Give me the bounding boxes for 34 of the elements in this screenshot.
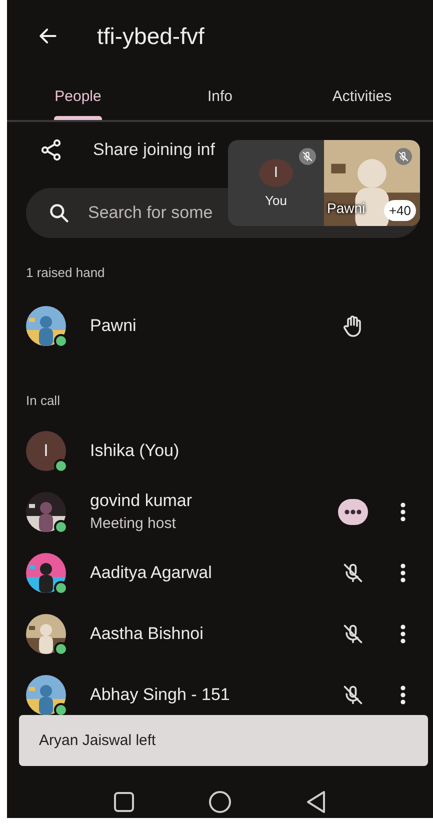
participant-name: Ishika (You) xyxy=(90,440,180,460)
section-heading: 1 raised hand xyxy=(25,265,106,281)
muted-mic-icon xyxy=(302,151,313,162)
kebab-menu-icon[interactable] xyxy=(400,684,406,704)
back-nav-icon[interactable] xyxy=(304,790,327,814)
recents-nav-icon[interactable] xyxy=(113,790,136,812)
muted-mic-icon xyxy=(398,151,409,162)
participant-name: Aaditya Agarwal xyxy=(90,562,213,582)
home-nav-icon[interactable] xyxy=(208,790,232,814)
tab[interactable]: Info xyxy=(149,72,291,120)
letter-avatar: I xyxy=(26,430,66,470)
kebab-menu-icon[interactable] xyxy=(400,562,406,582)
participant-name: Abhay Singh - 151 xyxy=(90,684,231,704)
kebab-menu-icon[interactable] xyxy=(400,624,406,644)
tab[interactable]: Activities xyxy=(291,72,433,120)
more-button[interactable] xyxy=(338,498,368,524)
ellipsis-icon xyxy=(344,508,362,514)
share-icon[interactable] xyxy=(39,138,63,162)
muted-mic-icon xyxy=(342,562,364,584)
share-joining-info-link[interactable]: Share joining inf xyxy=(93,140,215,160)
kebab-menu-icon[interactable] xyxy=(400,502,406,522)
tab[interactable]: People xyxy=(7,72,149,120)
tile-label: You xyxy=(265,192,287,208)
search-icon xyxy=(48,202,70,224)
participant-name: govind kumar xyxy=(90,491,194,511)
muted-mic-icon xyxy=(342,684,364,706)
letter-avatar: I xyxy=(259,158,293,186)
participant-role: Meeting host xyxy=(90,515,177,532)
snackbar-message: Aryan Jaiswal left xyxy=(39,732,156,749)
meeting-title: tfi-ybed-fvf xyxy=(97,22,204,50)
participant-name: Aastha Bishnoi xyxy=(90,624,204,644)
muted-mic-icon xyxy=(342,622,364,644)
section-heading: In call xyxy=(25,393,61,409)
participant-name: Pawni xyxy=(90,316,138,336)
